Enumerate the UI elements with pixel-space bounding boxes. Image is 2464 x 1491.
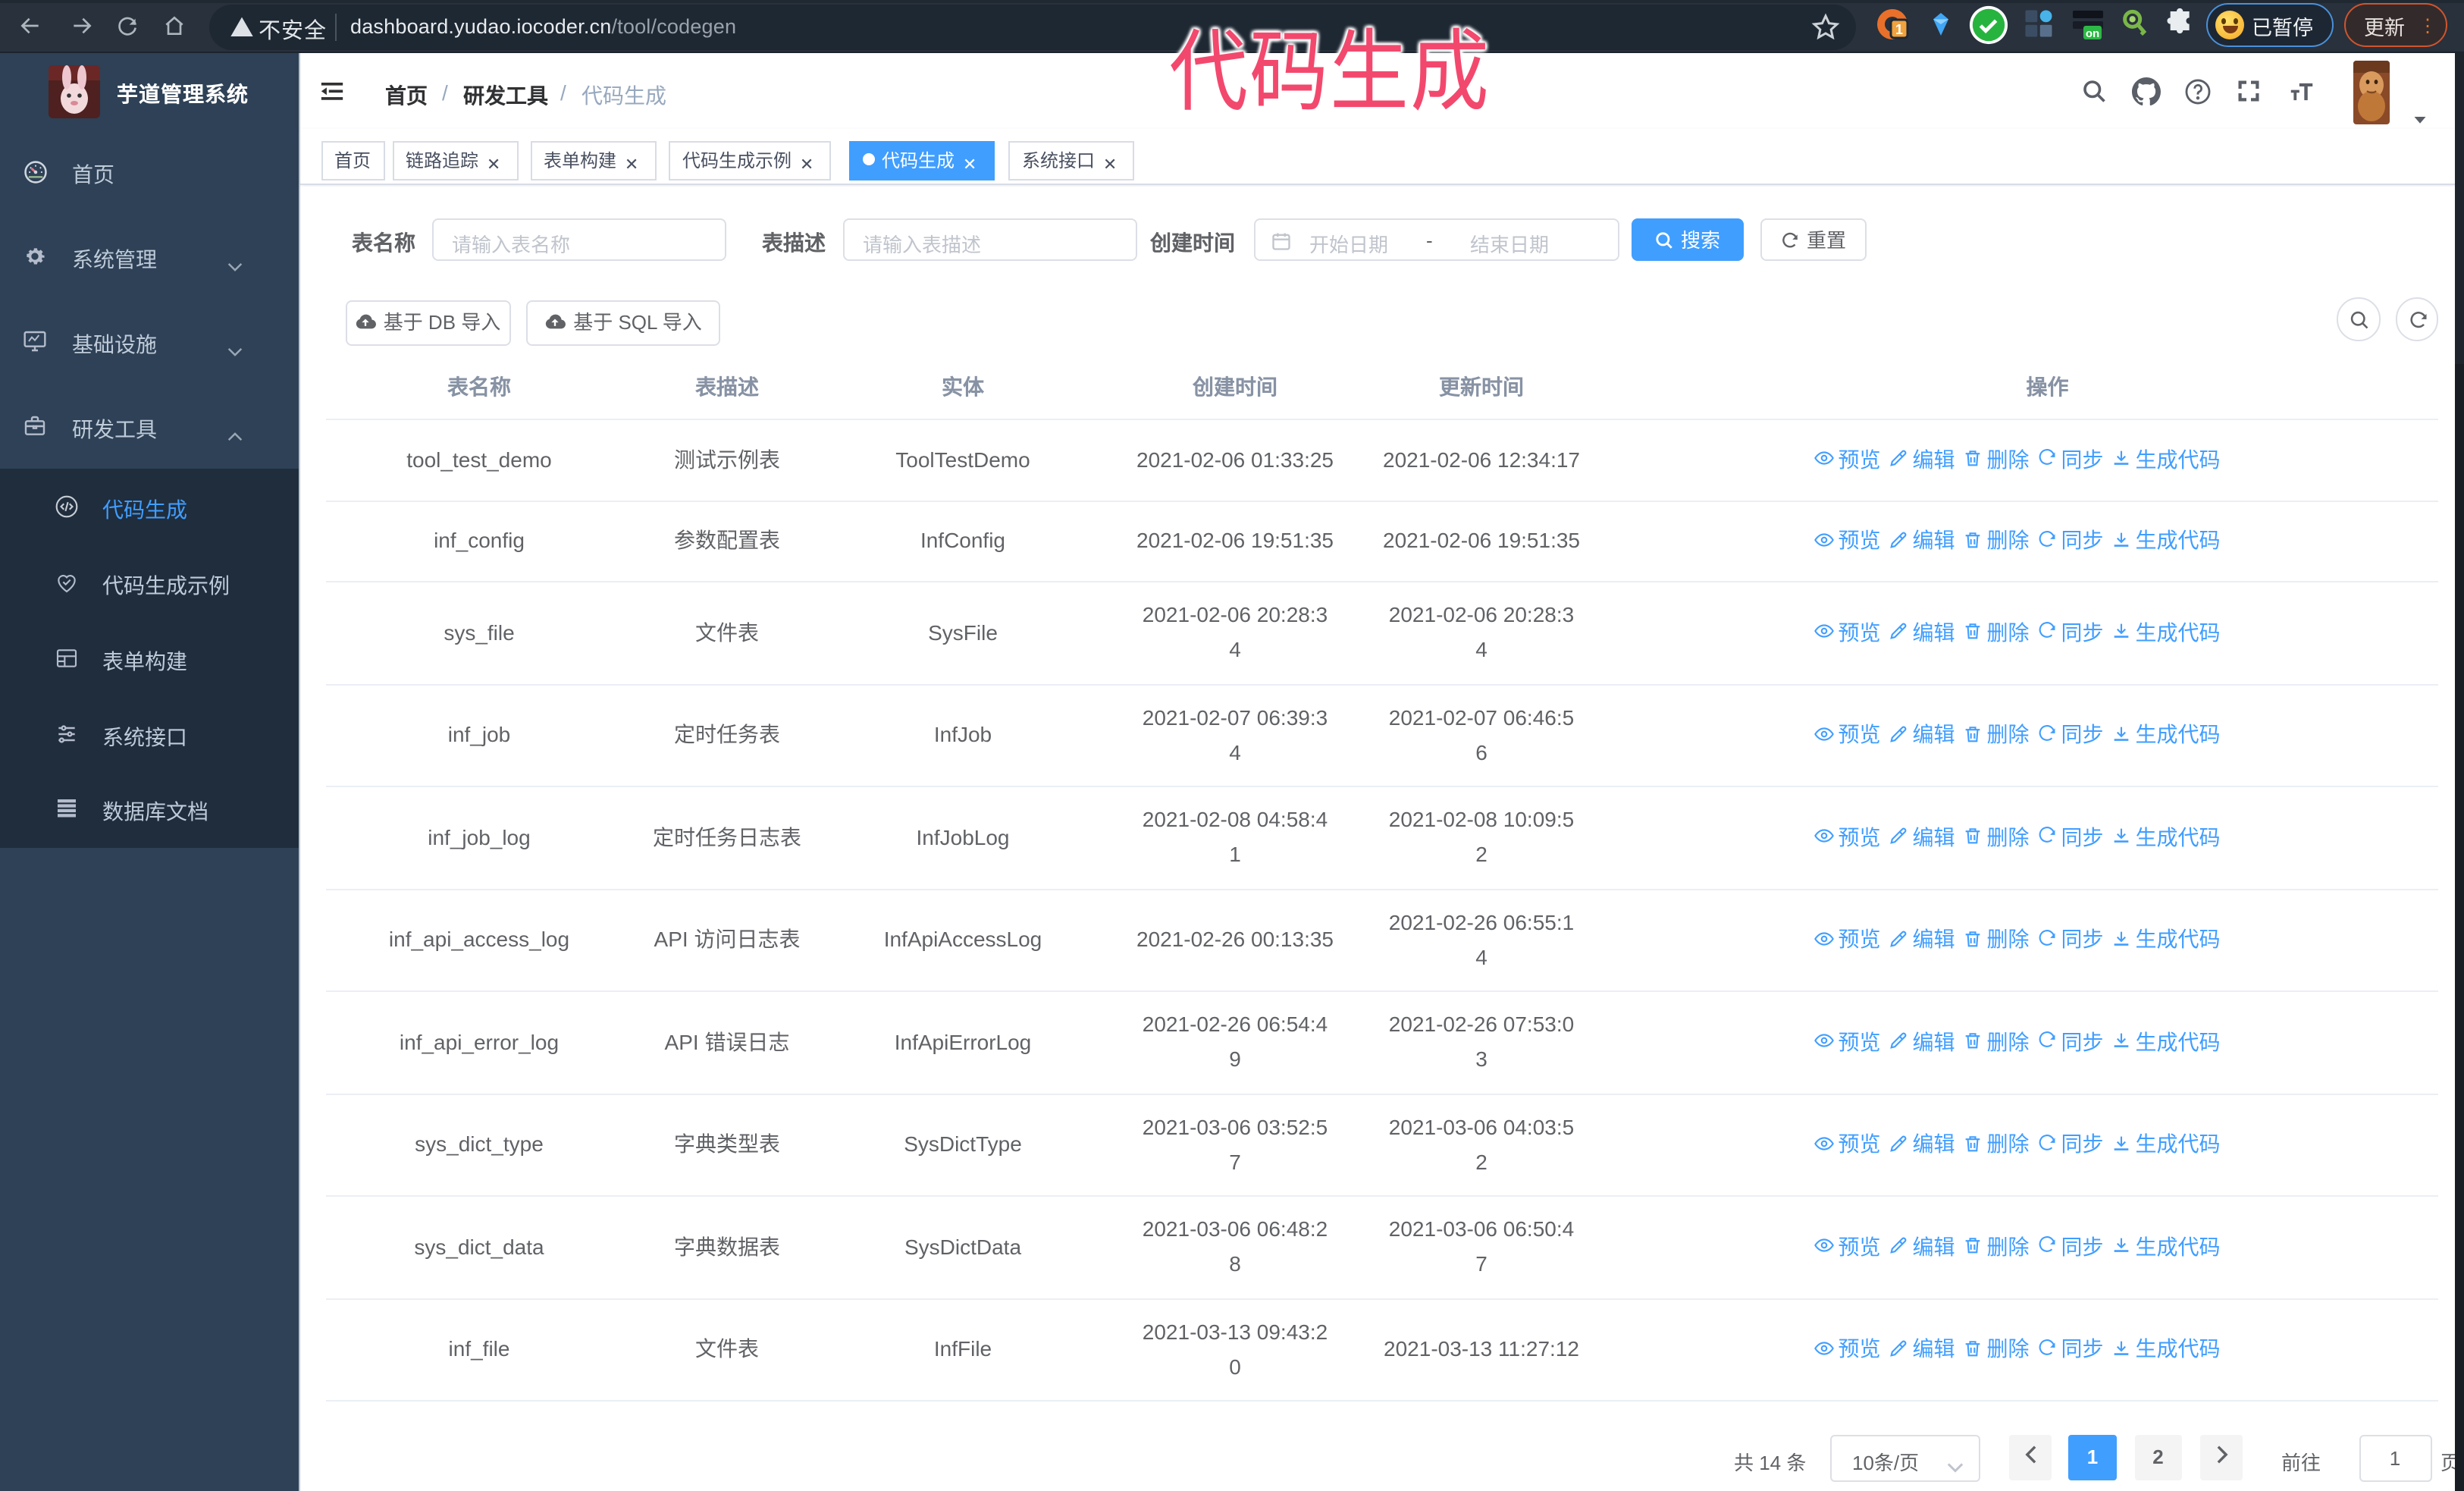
svg-text:on: on <box>2086 27 2099 40</box>
svg-text:1: 1 <box>1895 22 1903 37</box>
